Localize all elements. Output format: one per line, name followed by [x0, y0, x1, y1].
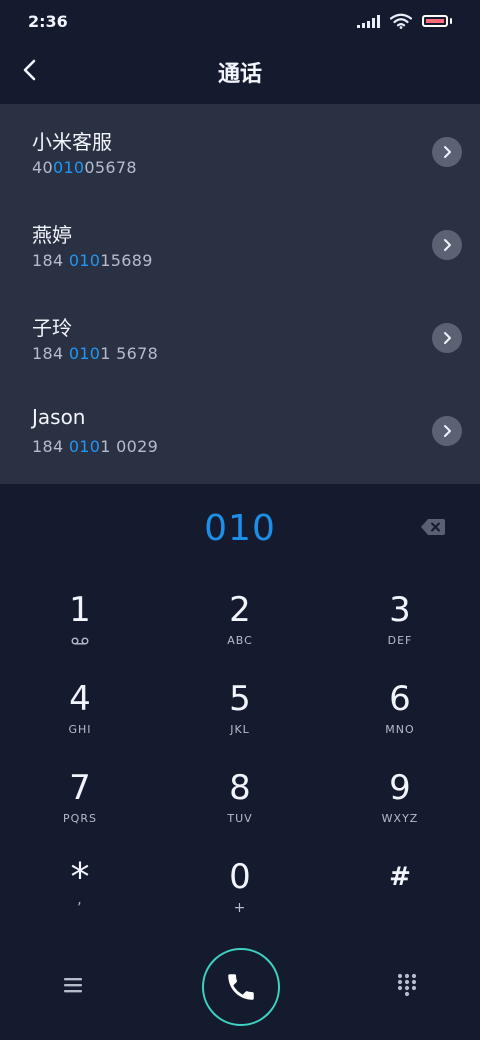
contact-row[interactable]: 燕婷 184 01015689 [0, 197, 480, 290]
key-hash[interactable]: # [320, 857, 480, 941]
chevron-right-icon [444, 332, 451, 344]
number-suffix: 1 5678 [100, 344, 159, 363]
signal-icon [357, 14, 380, 28]
page-title: 通话 [217, 62, 262, 87]
key-digit: 1 [69, 590, 91, 630]
number-prefix: 40 [32, 158, 53, 177]
key-8[interactable]: 8 TUV [160, 768, 320, 852]
number-prefix: 184 [32, 344, 69, 363]
contact-detail-button[interactable] [432, 416, 462, 446]
contact-name: 燕婷 [32, 223, 72, 247]
battery-icon [422, 15, 448, 27]
contact-detail-button[interactable] [432, 323, 462, 353]
key-letters: JKL [230, 723, 250, 736]
contact-row[interactable]: Jason 184 0101 0029 [0, 383, 480, 476]
contact-row[interactable]: 子玲 184 0101 5678 [0, 290, 480, 383]
phone-icon [228, 974, 254, 1000]
key-letters: PQRS [63, 812, 97, 825]
backspace-icon[interactable] [420, 517, 446, 537]
contact-number: 184 01015689 [32, 251, 153, 270]
voicemail-icon [71, 637, 89, 645]
key-4[interactable]: 4 GHI [0, 679, 160, 763]
key-digit: 2 [229, 590, 251, 630]
contact-detail-button[interactable] [432, 230, 462, 260]
contact-suggestions-list: 小米客服 4001005678 燕婷 184 01015689 子玲 184 0… [0, 104, 480, 484]
contact-number: 184 0101 5678 [32, 344, 158, 363]
key-letters: ABC [227, 634, 253, 647]
number-match: 010 [68, 251, 101, 270]
header: 通话 [0, 44, 480, 104]
number-match: 010 [68, 437, 101, 456]
key-star[interactable]: * , [0, 857, 160, 941]
key-digit: * [70, 855, 90, 899]
key-5[interactable]: 5 JKL [160, 679, 320, 763]
number-match: 010 [52, 158, 85, 177]
contact-detail-button[interactable] [432, 137, 462, 167]
key-7[interactable]: 7 PQRS [0, 768, 160, 852]
contact-number: 184 0101 0029 [32, 437, 158, 456]
number-prefix: 184 [32, 251, 69, 270]
key-6[interactable]: 6 MNO [320, 679, 480, 763]
number-suffix: 1 0029 [100, 437, 159, 456]
bottom-bar [0, 940, 480, 1040]
key-letters: GHI [68, 723, 92, 736]
dialed-digits: 010 [204, 508, 276, 549]
number-suffix: 05678 [84, 158, 137, 177]
key-letters: + [233, 900, 247, 916]
wifi-icon [390, 13, 412, 29]
key-0[interactable]: 0 + [160, 857, 320, 941]
status-bar: 2:36 [0, 0, 480, 44]
key-digit: 6 [389, 679, 411, 719]
key-letters: , [77, 892, 83, 908]
key-letters: DEF [387, 634, 413, 647]
key-digit: 0 [229, 857, 251, 897]
key-digit: 9 [389, 768, 411, 808]
key-digit: 4 [69, 679, 91, 719]
chevron-right-icon [444, 146, 451, 158]
key-digit: 3 [389, 590, 411, 630]
number-suffix: 15689 [100, 251, 153, 270]
key-digit: # [389, 862, 411, 892]
key-digit: 5 [229, 679, 251, 719]
key-9[interactable]: 9 WXYZ [320, 768, 480, 852]
key-digit: 7 [69, 768, 91, 808]
contact-name: 子玲 [32, 316, 72, 340]
contact-name: 小米客服 [32, 130, 112, 154]
key-letters: TUV [227, 812, 253, 825]
dial-display: 010 [0, 484, 480, 564]
menu-icon[interactable] [58, 970, 88, 1000]
status-icons [357, 10, 452, 32]
chevron-right-icon [444, 239, 451, 251]
contact-number: 4001005678 [32, 158, 137, 177]
status-time: 2:36 [28, 12, 68, 31]
key-2[interactable]: 2 ABC [160, 590, 320, 674]
contact-row[interactable]: 小米客服 4001005678 [0, 104, 480, 197]
chevron-right-icon [444, 425, 451, 437]
number-prefix: 184 [32, 437, 69, 456]
key-3[interactable]: 3 DEF [320, 590, 480, 674]
key-digit: 8 [229, 768, 251, 808]
number-match: 010 [68, 344, 101, 363]
key-letters: WXYZ [381, 812, 419, 825]
contact-name: Jason [32, 405, 86, 429]
key-1[interactable]: 1 [0, 590, 160, 674]
key-letters: MNO [385, 723, 415, 736]
call-button[interactable] [202, 948, 280, 1026]
battery-cap [450, 18, 452, 24]
dialpad-icon[interactable] [392, 970, 422, 1000]
